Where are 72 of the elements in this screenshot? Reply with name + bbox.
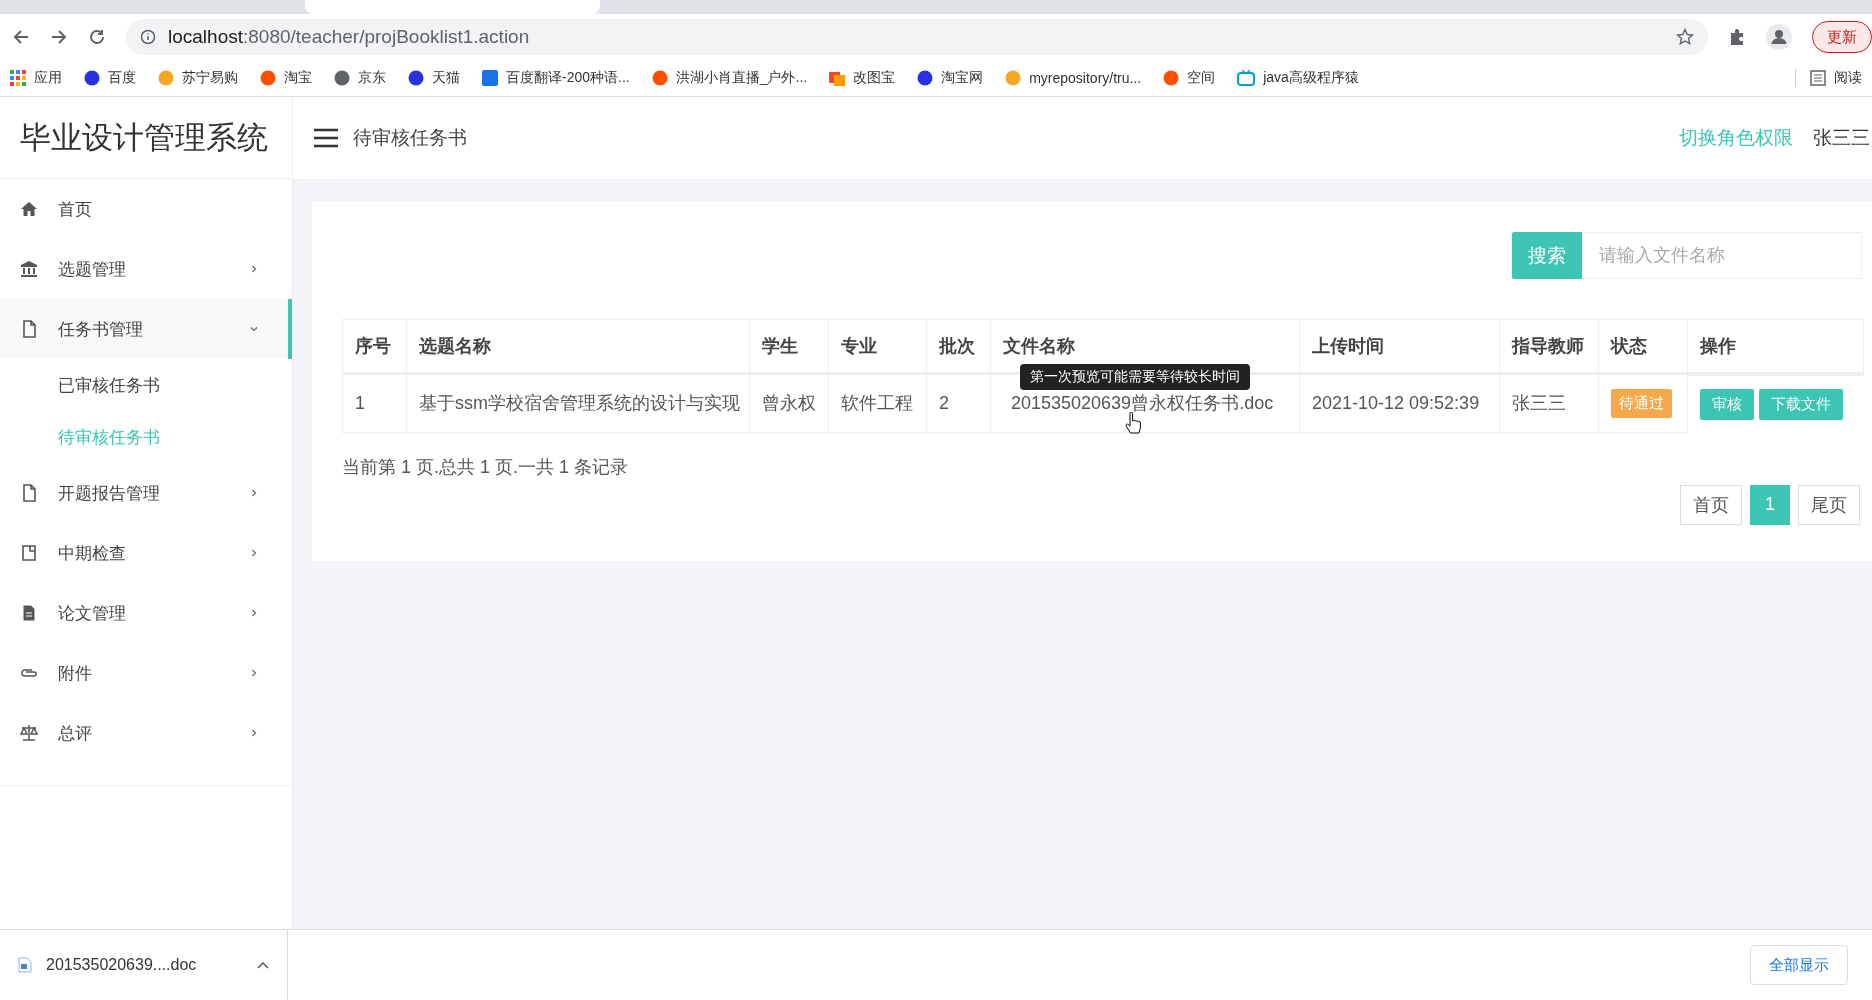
caret-icon [257,961,269,969]
bookmark[interactable]: 京东 [334,69,386,87]
chevron-icon [250,729,258,737]
table-cell: 基于ssm学校宿舍管理系统的设计与实现 [406,373,750,432]
chevron-icon [250,669,258,677]
bookmark[interactable]: 洪湖小肖直播_户外... [651,69,808,87]
back-icon[interactable] [12,28,30,46]
submenu-item[interactable]: 已审核任务书 [0,359,292,411]
download-item[interactable]: 201535020639....doc [0,930,288,1000]
menu-item[interactable]: 任务书管理 [0,299,292,359]
column-header: 状态 [1598,319,1688,374]
column-header: 上传时间 [1299,319,1500,374]
forward-icon[interactable] [50,28,68,46]
column-header: 学生 [749,319,829,374]
info-icon[interactable] [140,29,156,45]
column-header: 选题名称 [406,319,750,374]
square-icon [829,70,846,86]
status-tag: 待通过 [1611,388,1672,418]
app-title: 毕业设计管理系统 [0,97,292,179]
record-summary: 当前第 1 页.总共 1 页.一共 1 条记录 [342,455,630,479]
bookmark[interactable]: 改图宝 [829,69,896,87]
reading-list[interactable]: 阅读 [1795,69,1862,87]
bookmark[interactable]: myrepository/tru... [1005,70,1142,86]
page-button[interactable]: 尾页 [1798,484,1860,525]
menu-item[interactable]: 中期检查 [0,523,292,583]
search-field[interactable]: 请输入文件名称 [1582,232,1862,279]
hand-cursor-icon [1125,412,1141,434]
column-header: 批次 [926,319,991,374]
page-title: 待审核任务书 [353,126,468,150]
bookmark[interactable]: 百度翻译-200种语... [482,69,630,87]
menu-item[interactable]: 附件 [0,643,292,703]
table-cell: 2021-10-12 09:52:39 [1299,373,1500,432]
show-all-button[interactable]: 全部显示 [1750,945,1848,985]
profile-icon[interactable] [1766,24,1792,50]
update-button[interactable]: 更新 [1812,21,1872,53]
bookmark[interactable]: 淘宝 [260,69,312,87]
column-header: 专业 [828,319,927,374]
menu-item[interactable]: 选题管理 [0,239,292,299]
bookmark[interactable]: 苏宁易购 [158,69,238,87]
menu-item[interactable]: 首页 [0,179,292,239]
list-icon [1810,70,1826,86]
table-cell: 张三三 [1499,373,1599,432]
apps-grid-icon [10,70,26,86]
chevron-icon [250,549,258,557]
chevron-icon [250,609,258,617]
puzzle-icon[interactable] [1728,28,1746,46]
table-cell: 曾永权 [749,373,829,432]
page-button[interactable]: 首页 [1680,484,1742,525]
reload-icon[interactable] [88,28,106,46]
menu-item[interactable]: 开题报告管理 [0,463,292,523]
bookmark[interactable]: 淘宝网 [917,69,984,87]
table-cell: 2 [926,373,991,432]
menu-item[interactable]: 总评 [0,703,292,763]
bookmark[interactable]: 应用 [10,69,62,87]
column-header: 操作 [1687,319,1864,374]
user-name[interactable]: 张三三 [1813,125,1870,151]
column-header: 序号 [342,319,407,374]
column-header: 指导教师 [1499,319,1599,374]
chevron-icon [250,325,258,333]
bookmark[interactable]: 百度 [84,69,136,87]
tv-icon [1237,70,1256,86]
address-bar[interactable]: localhost:8080/teacher/projBooklist1.action [126,19,1708,55]
star-icon[interactable] [1676,28,1694,46]
chevron-icon [250,265,258,273]
bookmark[interactable]: 空间 [1163,69,1216,87]
bookmark[interactable]: 天猫 [408,69,460,87]
document-icon [18,957,32,973]
table-cell: 1 [342,373,407,432]
chevron-icon [250,489,258,497]
menu-item[interactable]: 论文管理 [0,583,292,643]
table-cell: 软件工程 [828,373,927,432]
bookmark[interactable]: java高级程序猿 [1237,69,1359,87]
